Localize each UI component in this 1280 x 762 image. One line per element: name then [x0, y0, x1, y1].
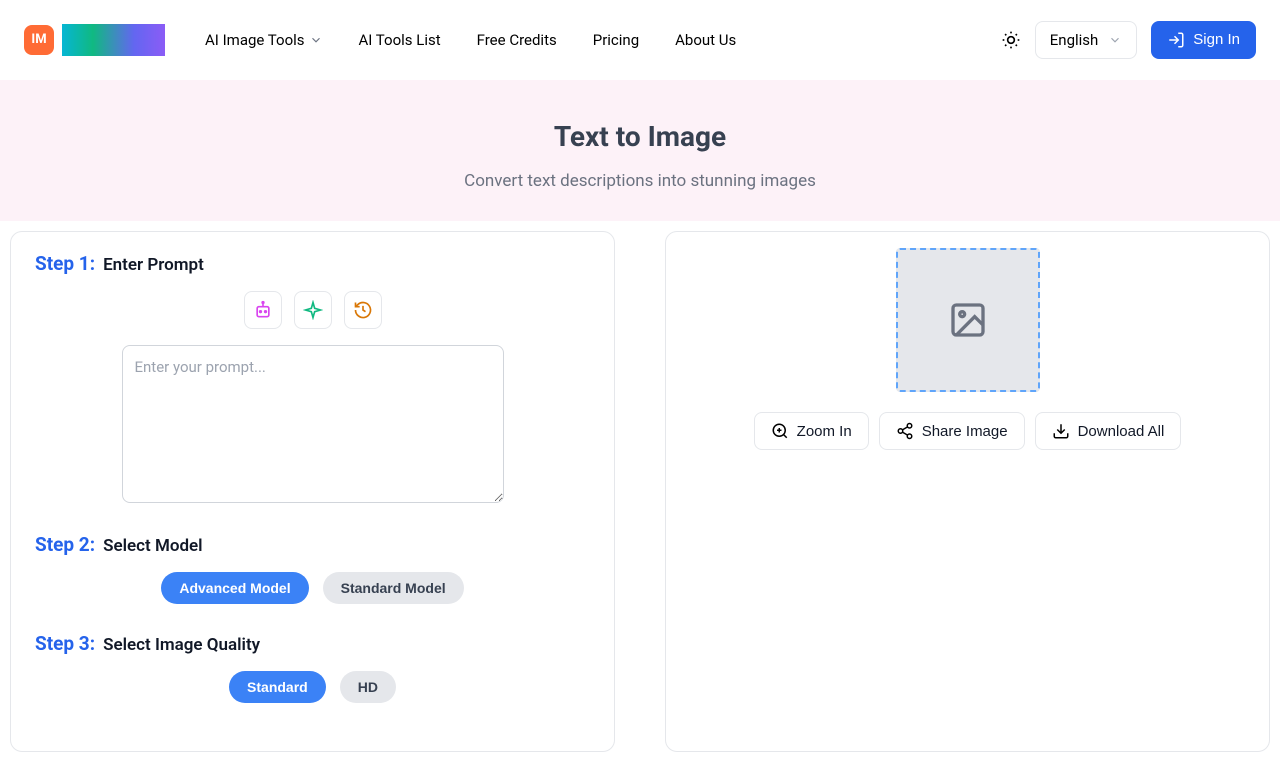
signin-label: Sign In	[1193, 31, 1240, 48]
signin-button[interactable]: Sign In	[1151, 21, 1256, 59]
step-2: Step 2: Select Model Advanced Model Stan…	[35, 533, 590, 604]
main-nav: AI Image Tools AI Tools List Free Credit…	[205, 31, 736, 49]
ai-assist-button[interactable]	[244, 291, 282, 329]
history-icon	[353, 300, 373, 320]
download-button[interactable]: Download All	[1035, 412, 1182, 450]
model-advanced[interactable]: Advanced Model	[161, 572, 308, 604]
prompt-input[interactable]	[122, 345, 504, 503]
theme-toggle[interactable]	[1001, 30, 1021, 50]
nav-ai-tools-list[interactable]: AI Tools List	[359, 31, 441, 49]
model-options: Advanced Model Standard Model	[35, 572, 590, 604]
share-label: Share Image	[922, 423, 1008, 440]
image-placeholder	[896, 248, 1040, 392]
quality-hd[interactable]: HD	[340, 671, 396, 703]
chevron-down-icon	[1108, 33, 1122, 47]
nav-ai-image-tools[interactable]: AI Image Tools	[205, 31, 323, 49]
quality-options: Standard HD	[35, 671, 590, 703]
prompt-tools	[35, 291, 590, 329]
sun-icon	[1001, 30, 1021, 50]
logo-gradient	[62, 24, 165, 56]
hero: Text to Image Convert text descriptions …	[0, 80, 1280, 221]
nav-about-us[interactable]: About Us	[675, 31, 736, 49]
language-select[interactable]: English	[1035, 21, 1138, 59]
zoom-in-icon	[771, 422, 789, 440]
nav-label: AI Tools List	[359, 31, 441, 49]
download-label: Download All	[1078, 423, 1165, 440]
step-header: Step 3: Select Image Quality	[35, 632, 590, 655]
nav-label: AI Image Tools	[205, 31, 305, 49]
model-standard[interactable]: Standard Model	[323, 572, 464, 604]
share-button[interactable]: Share Image	[879, 412, 1025, 450]
image-icon	[948, 300, 988, 340]
content: Step 1: Enter Prompt Step 2: Select Mode…	[0, 221, 1280, 762]
share-icon	[896, 422, 914, 440]
history-button[interactable]	[344, 291, 382, 329]
nav-label: Free Credits	[477, 31, 557, 49]
step-title: Enter Prompt	[103, 255, 204, 275]
step-label: Step 2:	[35, 533, 95, 556]
step-title: Select Model	[103, 536, 203, 556]
header: IM AI Image Tools AI Tools List Free Cre…	[0, 0, 1280, 80]
download-icon	[1052, 422, 1070, 440]
zoom-in-button[interactable]: Zoom In	[754, 412, 869, 450]
step-3: Step 3: Select Image Quality Standard HD	[35, 632, 590, 703]
nav-label: Pricing	[593, 31, 639, 49]
login-icon	[1167, 31, 1185, 49]
logo-badge: IM	[24, 25, 54, 55]
step-1: Step 1: Enter Prompt	[35, 252, 590, 503]
output-actions: Zoom In Share Image Download All	[686, 412, 1249, 450]
language-label: English	[1050, 31, 1099, 49]
nav-label: About Us	[675, 31, 736, 49]
output-panel: Zoom In Share Image Download All	[665, 231, 1270, 752]
page-subtitle: Convert text descriptions into stunning …	[0, 171, 1280, 191]
enhance-button[interactable]	[294, 291, 332, 329]
input-panel: Step 1: Enter Prompt Step 2: Select Mode…	[10, 231, 615, 752]
step-header: Step 1: Enter Prompt	[35, 252, 590, 275]
quality-standard[interactable]: Standard	[229, 671, 326, 703]
step-title: Select Image Quality	[103, 635, 260, 655]
step-label: Step 3:	[35, 632, 95, 655]
sparkle-icon	[303, 300, 323, 320]
nav-free-credits[interactable]: Free Credits	[477, 31, 557, 49]
nav-pricing[interactable]: Pricing	[593, 31, 639, 49]
step-header: Step 2: Select Model	[35, 533, 590, 556]
step-label: Step 1:	[35, 252, 95, 275]
logo[interactable]: IM	[24, 24, 165, 56]
page-title: Text to Image	[0, 120, 1280, 153]
zoom-label: Zoom In	[797, 423, 852, 440]
robot-icon	[253, 300, 273, 320]
header-right: English Sign In	[1001, 21, 1256, 59]
chevron-down-icon	[309, 33, 323, 47]
